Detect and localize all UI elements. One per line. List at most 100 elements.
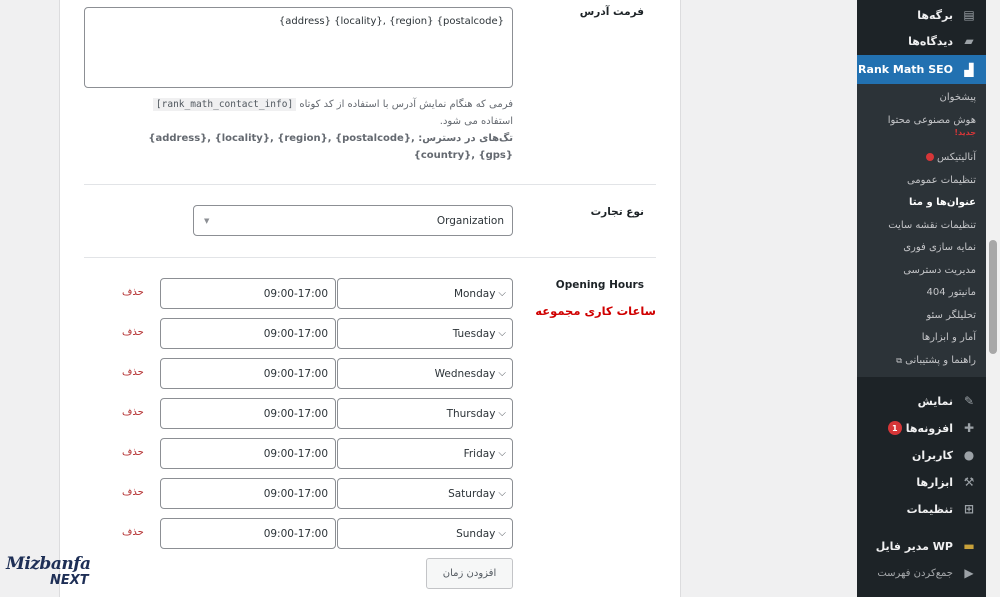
menu-settings[interactable]: ⊞ تنظیمات (857, 499, 986, 519)
chevron-down-icon: ⌵ (498, 328, 506, 339)
paintbrush-icon: ✎ (963, 394, 975, 408)
day-select-friday[interactable]: Friday ⌵ (337, 438, 513, 469)
business-type-label: نوع تجارت (590, 206, 644, 218)
day-select-sunday[interactable]: Sunday ⌵ (337, 518, 513, 549)
day-select-monday[interactable]: Monday ⌵ (337, 278, 513, 309)
logo-line-2: NEXT (50, 573, 89, 588)
submenu-analytics[interactable]: آنالیتیکس (857, 152, 986, 163)
delete-link[interactable]: حذف (122, 287, 144, 298)
day-value: Saturday (448, 487, 496, 500)
opening-hours-annotation: ساعات کاری مجموعه (535, 304, 656, 318)
menu-label: افزونه‌ها (905, 421, 953, 435)
submenu-seo-analyzer[interactable]: تحلیلگر سئو (857, 310, 986, 321)
menu-label: تنظیمات (906, 502, 953, 516)
chevron-down-icon: ⌵ (498, 488, 506, 499)
collapse-arrow-icon: ▶ (964, 566, 974, 580)
menu-label: جمع‌کردن فهرست (877, 567, 953, 579)
time-input[interactable]: 09:00-17:00 (160, 358, 336, 389)
desc-text-b: استفاده می شود. (439, 116, 513, 127)
menu-pages[interactable]: ▤ برگه‌ها (857, 5, 986, 25)
day-select-wednesday[interactable]: Wednesday ⌵ (337, 358, 513, 389)
logo-line-1: Mizbanfa (6, 554, 91, 574)
day-value: Friday (463, 447, 496, 460)
opening-hours-label: Opening Hours (555, 279, 644, 291)
address-format-description: فرمی که هنگام نمایش آدرس با استفاده از ک… (84, 96, 513, 164)
delete-link[interactable]: حذف (122, 327, 144, 338)
chevron-down-icon: ⌵ (498, 448, 506, 459)
menu-label: Rank Math SEO (858, 63, 953, 76)
tags-list-2: {country}, {gps} (413, 150, 513, 161)
submenu-label: راهنما و پشتیبانی (905, 355, 976, 366)
notification-dot-icon (926, 153, 935, 161)
menu-plugins[interactable]: ✚ افزونه‌ها 1 (857, 418, 986, 438)
new-badge: جدید! (954, 128, 976, 137)
submenu-dashboard[interactable]: پیشخوان (857, 92, 986, 103)
time-input[interactable]: 09:00-17:00 (160, 518, 336, 549)
tags-list-1: {address}, {locality}, {region}, {postal… (148, 133, 415, 144)
comment-icon: ▰ (964, 34, 974, 48)
divider (84, 184, 656, 185)
mizbanfa-logo: Mizbanfa NEXT (6, 554, 96, 590)
add-time-button[interactable]: افزودن زمان (426, 558, 513, 589)
menu-rank-math[interactable]: ▟ Rank Math SEO (849, 55, 986, 84)
chevron-down-icon: ⌵ (498, 408, 506, 419)
submenu-content-ai[interactable]: هوش مصنوعی محتوا جدید! (857, 115, 986, 137)
pages-icon: ▤ (963, 8, 975, 22)
delete-link[interactable]: حذف (122, 367, 144, 378)
submenu-label: آنالیتیکس (937, 152, 976, 163)
delete-link[interactable]: حذف (122, 447, 144, 458)
menu-wp-file-manager[interactable]: ▬ WP مدیر فایل (857, 536, 986, 556)
settings-icon: ⊞ (963, 502, 975, 516)
day-value: Wednesday (434, 367, 496, 380)
chevron-down-icon: ⌵ (498, 528, 506, 539)
time-input[interactable]: 09:00-17:00 (160, 318, 336, 349)
day-select-saturday[interactable]: Saturday ⌵ (337, 478, 513, 509)
tags-label: تگ‌های در دسترس: (418, 133, 513, 144)
business-type-select[interactable]: ▼ Organization (193, 205, 513, 236)
user-icon: ● (963, 448, 975, 462)
folder-icon: ▬ (963, 539, 975, 553)
day-value: Thursday (446, 407, 496, 420)
day-select-thursday[interactable]: Thursday ⌵ (337, 398, 513, 429)
collapse-menu-button[interactable]: ▶ جمع‌کردن فهرست (857, 563, 986, 583)
menu-comments[interactable]: ▰ دیدگاه‌ها (857, 31, 986, 51)
shortcode-code: [rank_math_contact_info] (152, 98, 297, 111)
submenu-404-monitor[interactable]: مانیتور 404 (857, 287, 986, 298)
delete-link[interactable]: حذف (122, 487, 144, 498)
menu-label: کاربران (912, 448, 953, 462)
submenu-status-tools[interactable]: آمار و ابزارها (857, 332, 986, 343)
menu-appearance[interactable]: ✎ نمایش (857, 391, 986, 411)
external-link-icon: ⧉ (896, 356, 902, 365)
menu-label: برگه‌ها (917, 8, 953, 22)
submenu-sitemap[interactable]: تنظیمات نقشه سایت (857, 220, 986, 231)
time-input[interactable]: 09:00-17:00 (160, 478, 336, 509)
submenu-titles-meta[interactable]: عنوان‌ها و متا (857, 197, 986, 208)
plugin-icon: ✚ (963, 421, 975, 435)
rank-math-submenu: پیشخوان هوش مصنوعی محتوا جدید! آنالیتیکس … (857, 84, 986, 377)
time-input[interactable]: 09:00-17:00 (160, 278, 336, 309)
delete-link[interactable]: حذف (122, 407, 144, 418)
menu-tools[interactable]: ⚒ ابزارها (857, 472, 986, 492)
submenu-role-manager[interactable]: مدیریت دسترسی (857, 265, 986, 276)
page-scrollbar[interactable] (986, 0, 1000, 597)
day-select-tuesday[interactable]: Tuesday ⌵ (337, 318, 513, 349)
time-input[interactable]: 09:00-17:00 (160, 398, 336, 429)
submenu-general-settings[interactable]: تنظیمات عمومی (857, 175, 986, 186)
menu-label: نمایش (917, 394, 953, 408)
menu-users[interactable]: ● کاربران (857, 445, 986, 465)
day-value: Sunday (456, 527, 496, 540)
delete-link[interactable]: حذف (122, 527, 144, 538)
submenu-instant-indexing[interactable]: نمایه سازی فوری (857, 242, 986, 253)
menu-label: دیدگاه‌ها (908, 34, 953, 48)
submenu-help[interactable]: راهنما و پشتیبانی ⧉ (857, 355, 986, 366)
time-input[interactable]: 09:00-17:00 (160, 438, 336, 469)
scrollbar-thumb[interactable] (989, 240, 997, 354)
address-format-textarea[interactable] (84, 7, 513, 88)
admin-sidebar: ▤ برگه‌ها ▰ دیدگاه‌ها ▟ Rank Math SEO پیشخو… (849, 0, 986, 597)
dropdown-arrow-icon: ▼ (204, 216, 210, 225)
wp-admin-screen: فرمت آدرس فرمی که هنگام نمایش آدرس با اس… (0, 0, 1000, 597)
rank-math-icon: ▟ (964, 62, 974, 77)
divider (84, 257, 656, 258)
day-value: Monday (453, 287, 496, 300)
desc-text-a: فرمی که هنگام نمایش آدرس با استفاده از ک… (299, 99, 513, 110)
